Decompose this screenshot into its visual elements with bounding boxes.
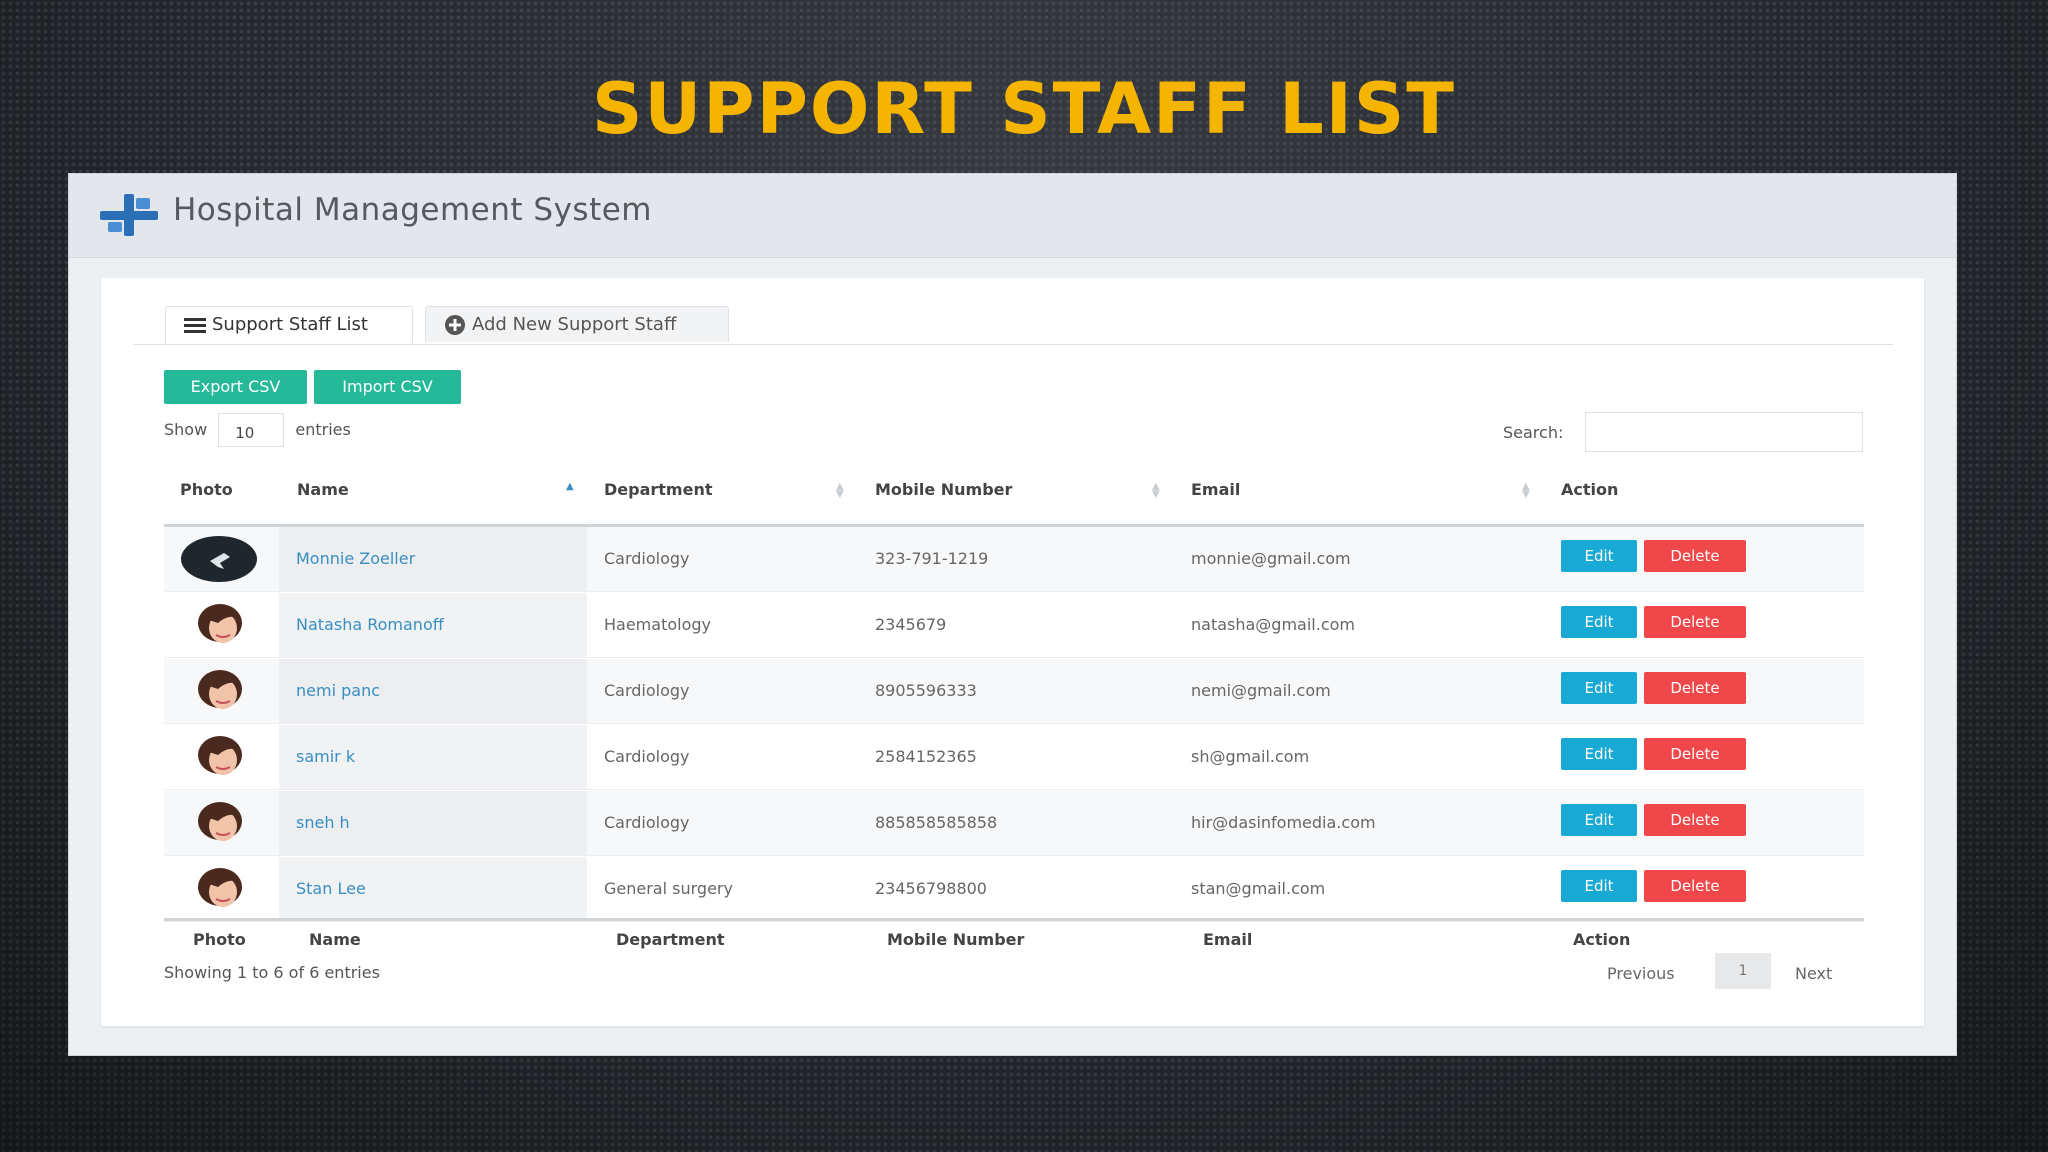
dark-avatar-icon (181, 536, 257, 582)
mobile-cell: 323-791-1219 (875, 549, 989, 568)
sort-ascending-icon[interactable]: ▲ (566, 482, 576, 499)
search-label: Search: (1503, 423, 1564, 442)
mobile-cell: 23456798800 (875, 879, 987, 898)
tab-label: Support Staff List (212, 314, 368, 335)
pagination-previous[interactable]: Previous (1607, 964, 1675, 983)
department-cell: Haematology (604, 615, 711, 634)
show-label: Show (164, 420, 208, 439)
sort-icon[interactable]: ▲ ▼ (836, 482, 846, 500)
footer-header-action: Action (1573, 930, 1631, 949)
table-row: samir k Cardiology 2584152365 sh@gmail.c… (164, 725, 1864, 790)
delete-button[interactable]: Delete (1644, 540, 1746, 572)
column-header-photo: Photo (180, 480, 233, 499)
search-input[interactable] (1585, 412, 1863, 452)
staff-name-link[interactable]: sneh h (296, 813, 350, 832)
app-window: Hospital Management System Support Staff… (69, 174, 1956, 1055)
footer-header-email: Email (1203, 930, 1253, 949)
email-cell: stan@gmail.com (1191, 879, 1326, 898)
footer-header-photo: Photo (193, 930, 246, 949)
department-cell: Cardiology (604, 747, 690, 766)
footer-header-name: Name (309, 930, 361, 949)
mobile-cell: 2584152365 (875, 747, 977, 766)
department-cell: Cardiology (604, 549, 690, 568)
staff-name-link[interactable]: Natasha Romanoff (296, 615, 444, 634)
woman-avatar-icon (198, 868, 242, 907)
table-row: Natasha Romanoff Haematology 2345679 nat… (164, 593, 1864, 658)
sort-icon[interactable]: ▲ ▼ (1152, 482, 1162, 500)
mobile-cell: 2345679 (875, 615, 947, 634)
plus-circle-icon (445, 315, 465, 335)
delete-button[interactable]: Delete (1644, 606, 1746, 638)
edit-button[interactable]: Edit (1561, 540, 1637, 572)
edit-button[interactable]: Edit (1561, 804, 1637, 836)
entries-select[interactable]: 10 (218, 413, 285, 447)
email-cell: sh@gmail.com (1191, 747, 1310, 766)
email-cell: monnie@gmail.com (1191, 549, 1351, 568)
woman-avatar-icon (198, 802, 242, 841)
woman-avatar-icon (198, 736, 242, 775)
staff-name-link[interactable]: samir k (296, 747, 355, 766)
delete-button[interactable]: Delete (1644, 738, 1746, 770)
mobile-cell: 885858585858 (875, 813, 998, 832)
app-name: Hospital Management System (173, 192, 652, 228)
column-header-department[interactable]: Department (604, 480, 712, 499)
pagination-next[interactable]: Next (1795, 964, 1832, 983)
table-row: Stan Lee General surgery 23456798800 sta… (164, 857, 1864, 922)
department-cell: Cardiology (604, 681, 690, 700)
email-cell: natasha@gmail.com (1191, 615, 1355, 634)
entries-label: entries (295, 420, 351, 439)
tab-label: Add New Support Staff (472, 314, 677, 335)
table-row: nemi panc Cardiology 8905596333 nemi@gma… (164, 659, 1864, 724)
department-cell: Cardiology (604, 813, 690, 832)
import-csv-button[interactable]: Import CSV (314, 370, 461, 404)
delete-button[interactable]: Delete (1644, 870, 1746, 902)
list-icon (184, 318, 206, 333)
app-header: Hospital Management System (69, 174, 1956, 258)
hospital-cross-logo-icon (100, 194, 158, 236)
pagination-page-1[interactable]: 1 (1715, 953, 1771, 989)
export-csv-button[interactable]: Export CSV (164, 370, 307, 404)
woman-avatar-icon (198, 670, 242, 709)
footer-header-mobile-number: Mobile Number (887, 930, 1025, 949)
tab-add-new-support-staff[interactable]: Add New Support Staff (425, 306, 729, 342)
email-cell: nemi@gmail.com (1191, 681, 1331, 700)
tab-support-staff-list[interactable]: Support Staff List (165, 306, 413, 344)
delete-button[interactable]: Delete (1644, 804, 1746, 836)
footer-header-department: Department (616, 930, 725, 949)
edit-button[interactable]: Edit (1561, 672, 1637, 704)
entries-length-control: Show 10 entries (164, 413, 351, 447)
delete-button[interactable]: Delete (1644, 672, 1746, 704)
column-header-name[interactable]: Name (297, 480, 349, 499)
column-header-action: Action (1561, 480, 1619, 499)
staff-name-link[interactable]: nemi panc (296, 681, 380, 700)
table-footer-divider (164, 918, 1864, 921)
edit-button[interactable]: Edit (1561, 738, 1637, 770)
tab-bar: Support Staff List Add New Support Staff (133, 306, 1893, 345)
column-header-email[interactable]: Email (1191, 480, 1240, 499)
slide-title: SUPPORT STAFF LIST (592, 68, 1456, 150)
mobile-cell: 8905596333 (875, 681, 977, 700)
department-cell: General surgery (604, 879, 733, 898)
woman-avatar-icon (198, 604, 242, 643)
content-panel: Support Staff List Add New Support Staff… (101, 278, 1924, 1026)
column-header-mobile-number[interactable]: Mobile Number (875, 480, 1012, 499)
table-info: Showing 1 to 6 of 6 entries (164, 963, 380, 982)
staff-name-link[interactable]: Monnie Zoeller (296, 549, 415, 568)
edit-button[interactable]: Edit (1561, 870, 1637, 902)
table-row: sneh h Cardiology 885858585858 hir@dasin… (164, 791, 1864, 856)
staff-name-link[interactable]: Stan Lee (296, 879, 366, 898)
edit-button[interactable]: Edit (1561, 606, 1637, 638)
email-cell: hir@dasinfomedia.com (1191, 813, 1376, 832)
table-row: Monnie Zoeller Cardiology 323-791-1219 m… (164, 527, 1864, 592)
sort-icon[interactable]: ▲ ▼ (1522, 482, 1532, 500)
